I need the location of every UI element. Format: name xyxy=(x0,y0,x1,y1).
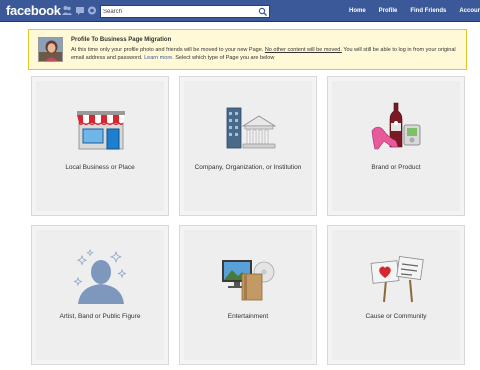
tile-label: Company, Organization, or Institution xyxy=(194,164,302,171)
nav-account[interactable]: Account xyxy=(455,0,480,22)
tile-brand[interactable]: Brand or Product xyxy=(327,76,465,216)
signs-icon xyxy=(370,255,424,303)
person-silhouette-icon xyxy=(73,249,127,304)
notice-title: Profile To Business Page Migration xyxy=(71,37,172,43)
notifications-icon[interactable] xyxy=(87,5,97,16)
search-icon[interactable] xyxy=(258,7,268,17)
notice-text: At this time only your profile photo and… xyxy=(71,47,456,61)
products-icon xyxy=(371,102,421,150)
tile-label: Artist, Band or Public Figure xyxy=(59,313,141,320)
friend-requests-icon[interactable] xyxy=(62,5,72,16)
top-bar: facebook Home Profile Find Friends Accou… xyxy=(0,0,480,22)
nav-find-friends[interactable]: Find Friends xyxy=(406,0,450,22)
learn-more-link[interactable]: Learn more. xyxy=(144,55,174,61)
messages-icon[interactable] xyxy=(75,5,85,16)
nav-home[interactable]: Home xyxy=(345,0,370,22)
tile-label: Local Business or Place xyxy=(65,164,135,171)
search-box xyxy=(100,5,270,18)
tile-entertainment[interactable]: Entertainment xyxy=(179,225,317,365)
no-content-moved-text: No other content will be moved. xyxy=(264,47,342,53)
tile-cause[interactable]: Cause or Community xyxy=(327,225,465,365)
tile-label: Cause or Community xyxy=(365,313,427,320)
tile-company[interactable]: Company, Organization, or Institution xyxy=(179,76,317,216)
search-input[interactable] xyxy=(103,6,253,17)
facebook-logo[interactable]: facebook xyxy=(6,3,61,18)
buildings-icon xyxy=(226,107,277,149)
storefront-icon xyxy=(77,111,125,150)
tile-label: Brand or Product xyxy=(371,164,421,171)
nav-profile[interactable]: Profile xyxy=(375,0,402,22)
tile-label: Entertainment xyxy=(227,313,269,320)
tile-local-business[interactable]: Local Business or Place xyxy=(31,76,169,216)
media-icon xyxy=(222,260,275,301)
migration-notice: Profile To Business Page Migration At th… xyxy=(28,29,467,70)
profile-photo xyxy=(38,37,63,62)
top-nav: Home Profile Find Friends Account xyxy=(340,0,480,22)
tile-artist[interactable]: Artist, Band or Public Figure xyxy=(31,225,169,365)
